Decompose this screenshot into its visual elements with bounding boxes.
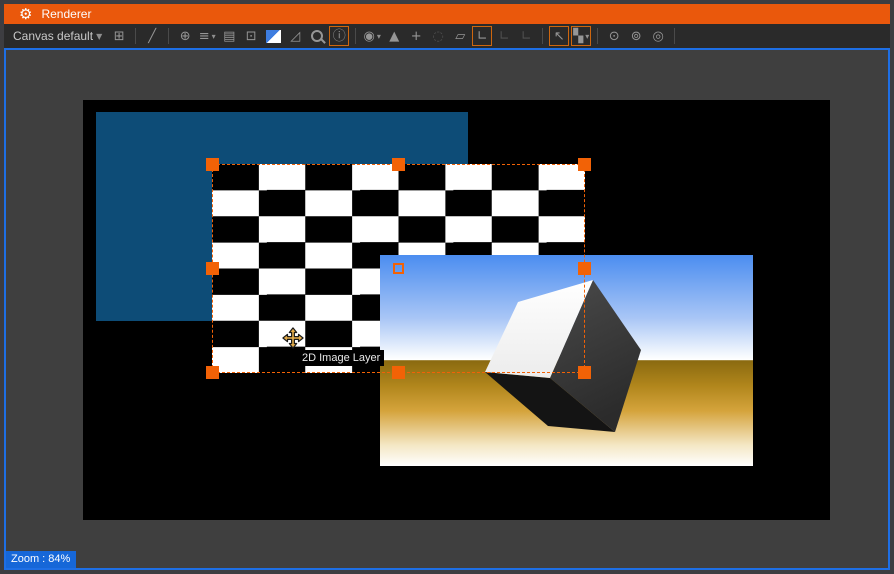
- renderer-window: ⚙ Renderer Canvas default ▼ ⊞ ╱ ⊕≡▾▤⊡ ◿ ⓘ ◉▾▲…: [0, 0, 894, 574]
- alpha-background-icon[interactable]: [263, 26, 283, 46]
- selection-handle-bottom-left[interactable]: [206, 366, 219, 379]
- selection-handle-top-right[interactable]: [578, 158, 591, 171]
- toolbar-separator: [355, 28, 356, 44]
- select-transparent-icon[interactable]: ▚▾: [571, 26, 591, 46]
- magnifier-shape: [311, 30, 323, 42]
- chevron-down-icon: ▾: [585, 30, 589, 43]
- axes-screen-icon[interactable]: ∟: [472, 26, 492, 46]
- chevron-down-icon: ▼: [96, 32, 102, 41]
- snapshot-copy-icon[interactable]: ⊚: [626, 26, 646, 46]
- render-viewport[interactable]: 2D Image Layer Zoom : 84%: [4, 48, 890, 570]
- axes-local-icon[interactable]: ∟: [494, 26, 514, 46]
- drag-tooltip: 2D Image Layer: [298, 350, 384, 366]
- cone-gizmo-icon[interactable]: ▲: [384, 26, 404, 46]
- axes-object-icon[interactable]: ∟: [516, 26, 536, 46]
- selection-handle-bottom-right[interactable]: [578, 366, 591, 379]
- toolbar: Canvas default ▼ ⊞╱⊕≡▾▤⊡◿ⓘ◉▾▲+◌▱∟∟∟↖▚▾⊙⊚…: [4, 24, 890, 48]
- layer-anchor-indicator[interactable]: [393, 263, 404, 274]
- toolbar-separator: [597, 28, 598, 44]
- toolbar-separator: [135, 28, 136, 44]
- cube-3d-layer[interactable]: [380, 255, 753, 466]
- skew-gizmo-icon[interactable]: ▱: [450, 26, 470, 46]
- chevron-down-icon: ▾: [212, 30, 216, 43]
- gear-icon[interactable]: ⚙: [19, 7, 32, 22]
- toolbar-separator: [674, 28, 675, 44]
- mouse-stats-icon[interactable]: ▤: [219, 26, 239, 46]
- info-overlay-icon[interactable]: ⓘ: [329, 26, 349, 46]
- title-bar: ⚙ Renderer: [4, 4, 890, 24]
- wireframe-cube-icon[interactable]: ⊡: [241, 26, 261, 46]
- snapshot-icon[interactable]: ⊙: [604, 26, 624, 46]
- zoom-tool-icon[interactable]: [307, 26, 327, 46]
- translate-gizmo-icon[interactable]: +: [406, 26, 426, 46]
- selection-handle-top-left[interactable]: [206, 158, 219, 171]
- canvas-selector-dropdown[interactable]: Canvas default ▼: [13, 29, 102, 43]
- fit-view-icon[interactable]: ◿: [285, 26, 305, 46]
- record-icon[interactable]: ◎: [648, 26, 668, 46]
- selection-handle-mid-left[interactable]: [206, 262, 219, 275]
- render-canvas[interactable]: 2D Image Layer: [83, 100, 830, 520]
- pick-object-icon[interactable]: ◉▾: [362, 26, 382, 46]
- toolbar-separator: [542, 28, 543, 44]
- select-layer-icon[interactable]: ↖: [549, 26, 569, 46]
- eyedropper-icon[interactable]: ╱: [142, 26, 162, 46]
- globe-icon[interactable]: ⊕: [175, 26, 195, 46]
- window-title: Renderer: [41, 7, 91, 21]
- toolbar-separator: [168, 28, 169, 44]
- cube-render: [380, 255, 753, 466]
- zoom-level-badge: Zoom : 84%: [6, 551, 76, 568]
- move-cursor-icon: [282, 327, 304, 349]
- alpha-swatch-shape: [266, 30, 281, 43]
- selection-handle-mid-right[interactable]: [578, 262, 591, 275]
- toolbar-icon-group: ⊞╱⊕≡▾▤⊡◿ⓘ◉▾▲+◌▱∟∟∟↖▚▾⊙⊚◎: [108, 24, 680, 48]
- layout-grid-icon[interactable]: ⊞: [109, 26, 129, 46]
- selection-handle-bottom-mid[interactable]: [392, 366, 405, 379]
- display-levels-icon[interactable]: ≡▾: [197, 26, 217, 46]
- chevron-down-icon: ▾: [377, 30, 381, 43]
- rotate-gizmo-icon[interactable]: ◌: [428, 26, 448, 46]
- selection-handle-top-mid[interactable]: [392, 158, 405, 171]
- canvas-selector-label: Canvas default: [13, 29, 93, 43]
